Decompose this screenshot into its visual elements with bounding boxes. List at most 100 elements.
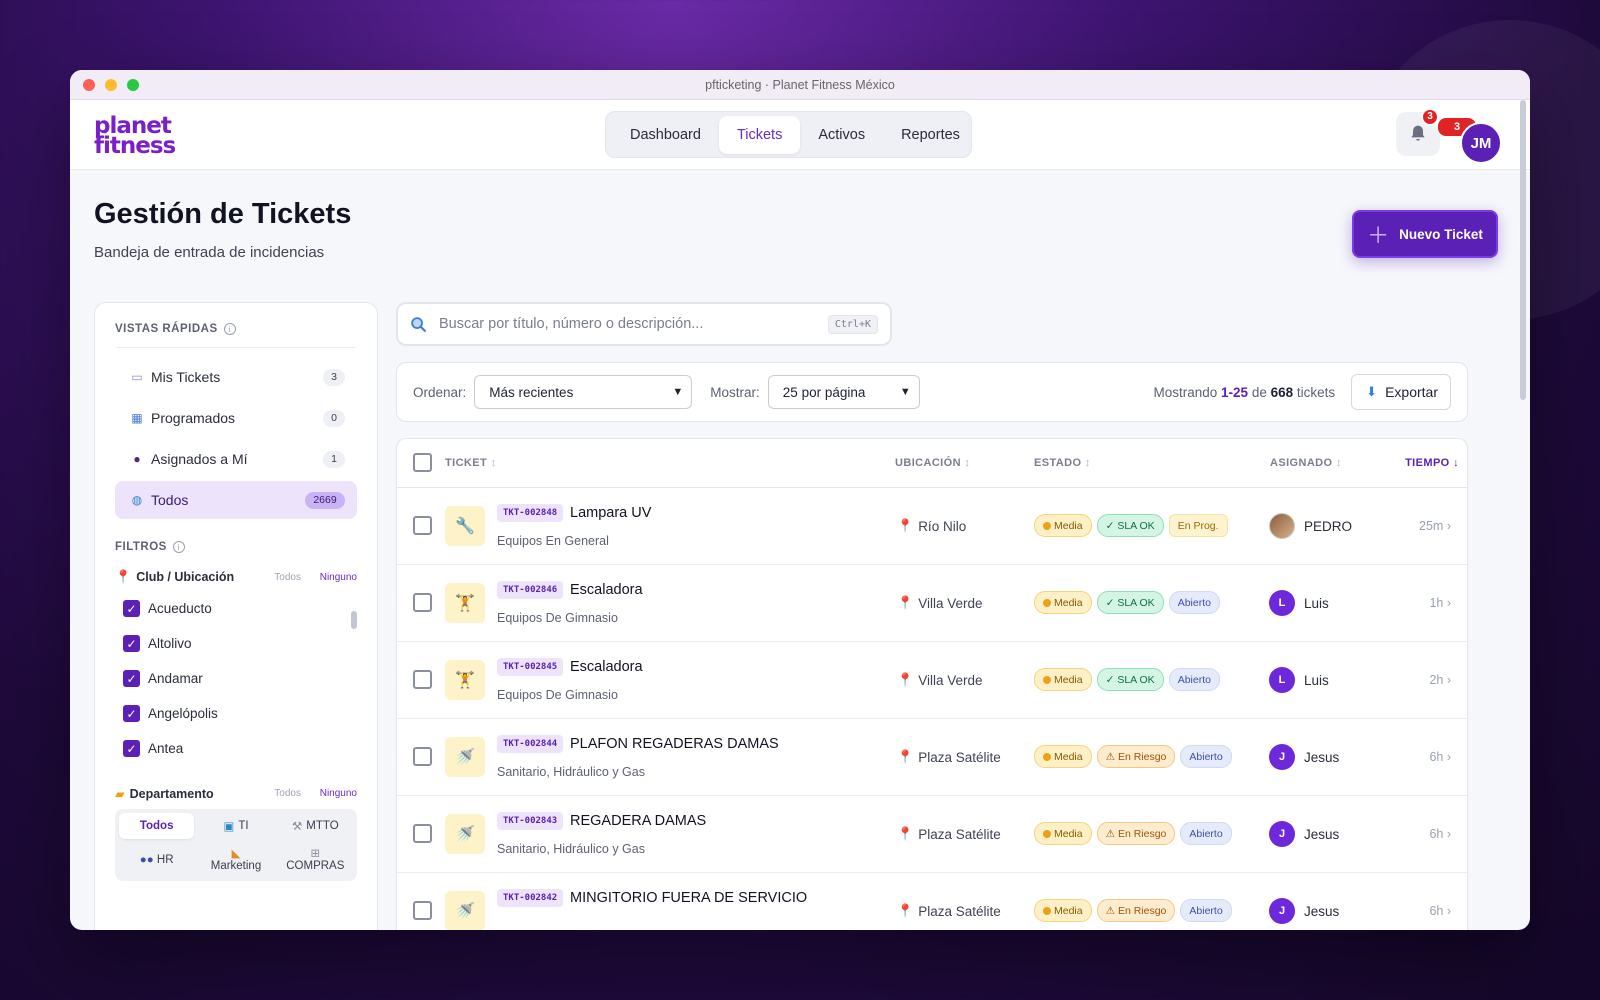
quick-view-programados[interactable]: ▦ Programados 0 [115,399,357,437]
ticket-time[interactable]: 6h › [1429,827,1451,841]
quick-view-asignados[interactable]: ● Asignados a Mí 1 [115,440,357,478]
row-checkbox[interactable] [413,824,432,843]
quick-view-mis-tickets[interactable]: ▭ Mis Tickets 3 [115,358,357,396]
quick-view-count: 1 [323,450,345,468]
ticket-title[interactable]: Lampara UV [570,505,651,521]
ticket-time[interactable]: 6h › [1429,750,1451,764]
club-option[interactable]: ✓ Antea [115,731,357,766]
row-checkbox[interactable] [413,670,432,689]
table-row[interactable]: 🔧 TKT-002848 Lampara UV Equipos En Gener… [397,488,1467,565]
sla-badge: ✓ SLA OK [1096,591,1164,614]
column-ticket[interactable]: TICKET ↕ [445,457,497,469]
ticket-time[interactable]: 2h › [1429,673,1451,687]
club-option[interactable]: ✓ Angelópolis [115,696,357,731]
club-option[interactable]: ✓ Acueducto [115,591,357,626]
row-checkbox[interactable] [413,593,432,612]
select-all-checkbox[interactable] [413,453,432,472]
column-tiempo[interactable]: TIEMPO ↓ [1405,457,1459,469]
ticket-status-pills: Media ⚠ En Riesgo Abierto [1034,822,1232,845]
ticket-id[interactable]: TKT-002844 [497,735,564,753]
priority-label: Media [1054,750,1083,763]
user-avatar[interactable]: JM [1460,122,1502,164]
nav-reportes[interactable]: Reportes [883,116,978,154]
ticket-time[interactable]: 6h › [1429,904,1451,918]
club-select-none[interactable]: Ninguno [320,572,357,583]
ticket-title[interactable]: REGADERA DAMAS [570,813,706,829]
nav-tickets[interactable]: Tickets [718,115,801,154]
nav-dashboard[interactable]: Dashboard [612,116,719,154]
row-checkbox[interactable] [413,747,432,766]
ticket-title[interactable]: Escaladora [570,582,643,598]
quick-view-label: Asignados a Mí [151,451,248,467]
scrollbar-thumb[interactable] [1520,100,1526,400]
checkbox-checked[interactable]: ✓ [123,740,140,757]
checkbox-checked[interactable]: ✓ [123,635,140,652]
column-label: UBICACIÓN [895,457,961,469]
dept-hr[interactable]: ●● HR [119,843,194,877]
search-bar[interactable]: Ctrl+K [396,302,892,346]
location-pin-icon: 📍 [897,672,914,687]
dept-select-all[interactable]: Todos [274,788,301,799]
checkbox-checked[interactable]: ✓ [123,600,140,617]
page-scrollbar[interactable] [1520,100,1528,930]
ticket-id[interactable]: TKT-002845 [497,658,564,676]
column-ubicacion[interactable]: UBICACIÓN ↕ [895,457,970,469]
dept-marketing[interactable]: ◣ Marketing [198,843,273,877]
ticket-id[interactable]: TKT-002842 [497,889,564,907]
brand-logo[interactable]: planet fitness [94,115,176,158]
chevron-right-icon: › [1446,673,1451,687]
info-icon[interactable]: i [172,541,185,553]
table-row[interactable]: 🚿 TKT-002844 PLAFON REGADERAS DAMAS Sani… [397,719,1467,796]
table-row[interactable]: 🏋 TKT-002846 Escaladora Equipos De Gimna… [397,565,1467,642]
dept-todos[interactable]: Todos [119,813,195,839]
row-checkbox[interactable] [413,516,432,535]
filters-title-text: FILTROS [115,541,167,553]
ticket-time[interactable]: 1h › [1429,596,1451,610]
new-ticket-button[interactable]: ＋ Nuevo Ticket [1352,210,1498,258]
dept-select-none[interactable]: Ninguno [320,788,357,799]
export-button[interactable]: ⬇ Exportar [1351,374,1451,410]
club-option[interactable]: ✓ Andamar [115,661,357,696]
club-select-all[interactable]: Todos [274,572,301,583]
table-row[interactable]: 🚿 TKT-002842 MINGITORIO FUERA DE SERVICI… [397,873,1467,930]
row-checkbox[interactable] [413,901,432,920]
location-label: Plaza Satélite [918,749,1001,765]
column-estado[interactable]: ESTADO ↕ [1034,457,1091,469]
page-size-value: 25 por página [782,384,866,400]
club-filter-label: Club / Ubicación [136,570,235,584]
club-list-scrollbar[interactable] [351,611,357,629]
checkbox-checked[interactable]: ✓ [123,670,140,687]
cart-icon: ⊞ [310,848,321,860]
maximize-window-button[interactable] [127,79,139,91]
minimize-window-button[interactable] [105,79,117,91]
assignee-name: Jesus [1304,903,1340,919]
assignee-avatar [1269,513,1295,539]
ticket-title[interactable]: MINGITORIO FUERA DE SERVICIO [570,890,807,906]
ticket-status-pills: Media ⚠ En Riesgo Abierto [1034,745,1232,768]
close-window-button[interactable] [83,79,95,91]
search-input[interactable] [439,316,828,332]
page-size-select[interactable]: 25 por página ▼ [767,375,920,409]
showing-range: 1-25 [1221,384,1249,400]
ticket-time[interactable]: 25m › [1419,519,1451,533]
club-option[interactable]: ✓ Altolivo [115,626,357,661]
order-select[interactable]: Más recientes ▼ [474,375,693,409]
dept-ti[interactable]: ▣ TI [198,813,273,839]
ticket-id[interactable]: TKT-002843 [497,812,564,830]
dept-mtto[interactable]: ⚒ MTTO [278,813,353,839]
column-asignado[interactable]: ASIGNADO ↕ [1270,457,1342,469]
ticket-id[interactable]: TKT-002848 [497,504,564,522]
info-icon[interactable]: i [223,323,236,335]
table-row[interactable]: 🚿 TKT-002843 REGADERA DAMAS Sanitario, H… [397,796,1467,873]
table-row[interactable]: 🏋 TKT-002845 Escaladora Equipos De Gimna… [397,642,1467,719]
sla-badge: ⚠ En Riesgo [1096,899,1176,922]
dept-compras[interactable]: ⊞ COMPRAS [278,843,353,877]
nav-activos[interactable]: Activos [800,116,883,154]
status-badge: Abierto [1168,668,1220,691]
ticket-title[interactable]: PLAFON REGADERAS DAMAS [570,736,779,752]
quick-view-todos[interactable]: ◍ Todos 2669 [115,481,357,519]
ticket-id[interactable]: TKT-002846 [497,581,564,599]
checkbox-checked[interactable]: ✓ [123,705,140,722]
ticket-title[interactable]: Escaladora [570,659,643,675]
notifications-button[interactable]: 3 [1396,108,1440,156]
